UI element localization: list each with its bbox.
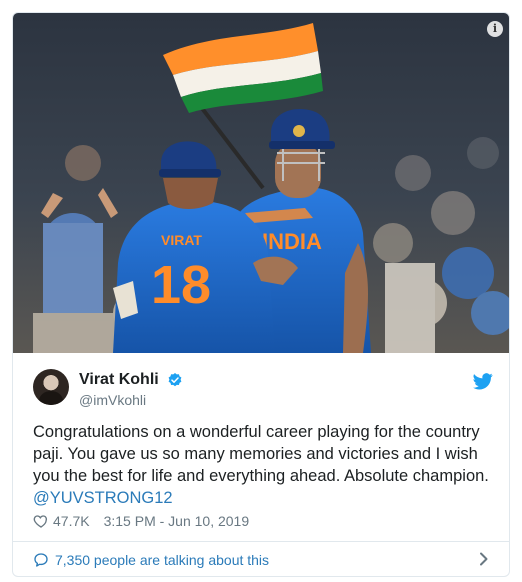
left-jersey-number: 18	[151, 255, 211, 315]
tweet-header: Virat Kohli @imVkohli	[33, 369, 493, 409]
talking-about-text[interactable]: 7,350 people are talking about this	[55, 552, 269, 568]
left-jersey-name: VIRAT	[161, 232, 202, 248]
twitter-bird-icon[interactable]	[473, 373, 493, 390]
verified-badge-icon	[168, 373, 182, 387]
avatar[interactable]	[33, 369, 69, 405]
tweet-meta: 47.7K 3:15 PM - Jun 10, 2019	[33, 511, 249, 531]
tweet-text: Congratulations on a wonderful career pl…	[33, 421, 503, 509]
info-icon[interactable]: i	[487, 21, 503, 37]
display-name[interactable]: Virat Kohli	[79, 371, 159, 389]
embedded-tweet-card[interactable]: INDIA VIRAT 18 i Virat Kohli @imVkohli C…	[12, 12, 510, 577]
speech-bubble-icon	[34, 552, 48, 567]
user-handle[interactable]: @imVkohli	[79, 392, 183, 408]
right-jersey-text: INDIA	[262, 229, 322, 254]
author-block[interactable]: Virat Kohli @imVkohli	[79, 371, 183, 408]
heart-icon[interactable]	[33, 513, 49, 529]
conversation-link[interactable]: 7,350 people are talking about this	[13, 542, 509, 576]
like-count[interactable]: 47.7K	[53, 513, 90, 529]
chevron-right-icon[interactable]	[479, 552, 489, 566]
tweet-photo[interactable]: INDIA VIRAT 18 i	[13, 13, 509, 353]
tweet-body: Congratulations on a wonderful career pl…	[33, 423, 489, 485]
mention-link[interactable]: @YUVSTRONG12	[33, 489, 173, 507]
timestamp[interactable]: 3:15 PM - Jun 10, 2019	[104, 513, 250, 529]
photo-illustration: INDIA VIRAT 18	[13, 13, 509, 353]
